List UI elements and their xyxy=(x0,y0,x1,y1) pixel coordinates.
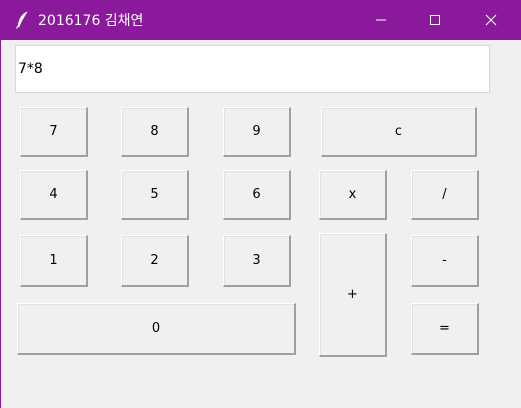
digit-4-button[interactable]: 4 xyxy=(20,170,88,220)
digit-0-button[interactable]: 0 xyxy=(17,303,296,355)
digit-8-button[interactable]: 8 xyxy=(121,107,189,157)
calculator-window: 2016176 김채연 7*8 7 8 9 c 4 5 6 x / 1 2 3 … xyxy=(0,0,521,408)
divide-button[interactable]: / xyxy=(411,170,479,220)
digit-9-button[interactable]: 9 xyxy=(223,107,291,157)
maximize-button[interactable] xyxy=(412,0,458,40)
minus-button[interactable]: - xyxy=(411,235,479,287)
digit-5-button[interactable]: 5 xyxy=(121,170,189,220)
digit-3-button[interactable]: 3 xyxy=(223,235,291,287)
digit-1-button[interactable]: 1 xyxy=(20,235,88,287)
digit-2-button[interactable]: 2 xyxy=(121,235,189,287)
digit-7-button[interactable]: 7 xyxy=(20,107,88,157)
maximize-icon xyxy=(430,15,440,25)
digit-6-button[interactable]: 6 xyxy=(223,170,291,220)
minimize-button[interactable] xyxy=(358,0,404,40)
feather-icon xyxy=(15,11,29,29)
close-icon xyxy=(485,14,497,26)
display-entry[interactable]: 7*8 xyxy=(15,45,490,93)
minimize-icon xyxy=(376,19,386,21)
title-bar[interactable]: 2016176 김채연 xyxy=(1,0,521,40)
plus-button[interactable]: + xyxy=(319,233,387,357)
close-button[interactable] xyxy=(468,0,514,40)
multiply-button[interactable]: x xyxy=(319,170,387,220)
window-title: 2016176 김채연 xyxy=(38,13,144,29)
clear-button[interactable]: c xyxy=(321,107,477,157)
equals-button[interactable]: = xyxy=(411,303,479,355)
